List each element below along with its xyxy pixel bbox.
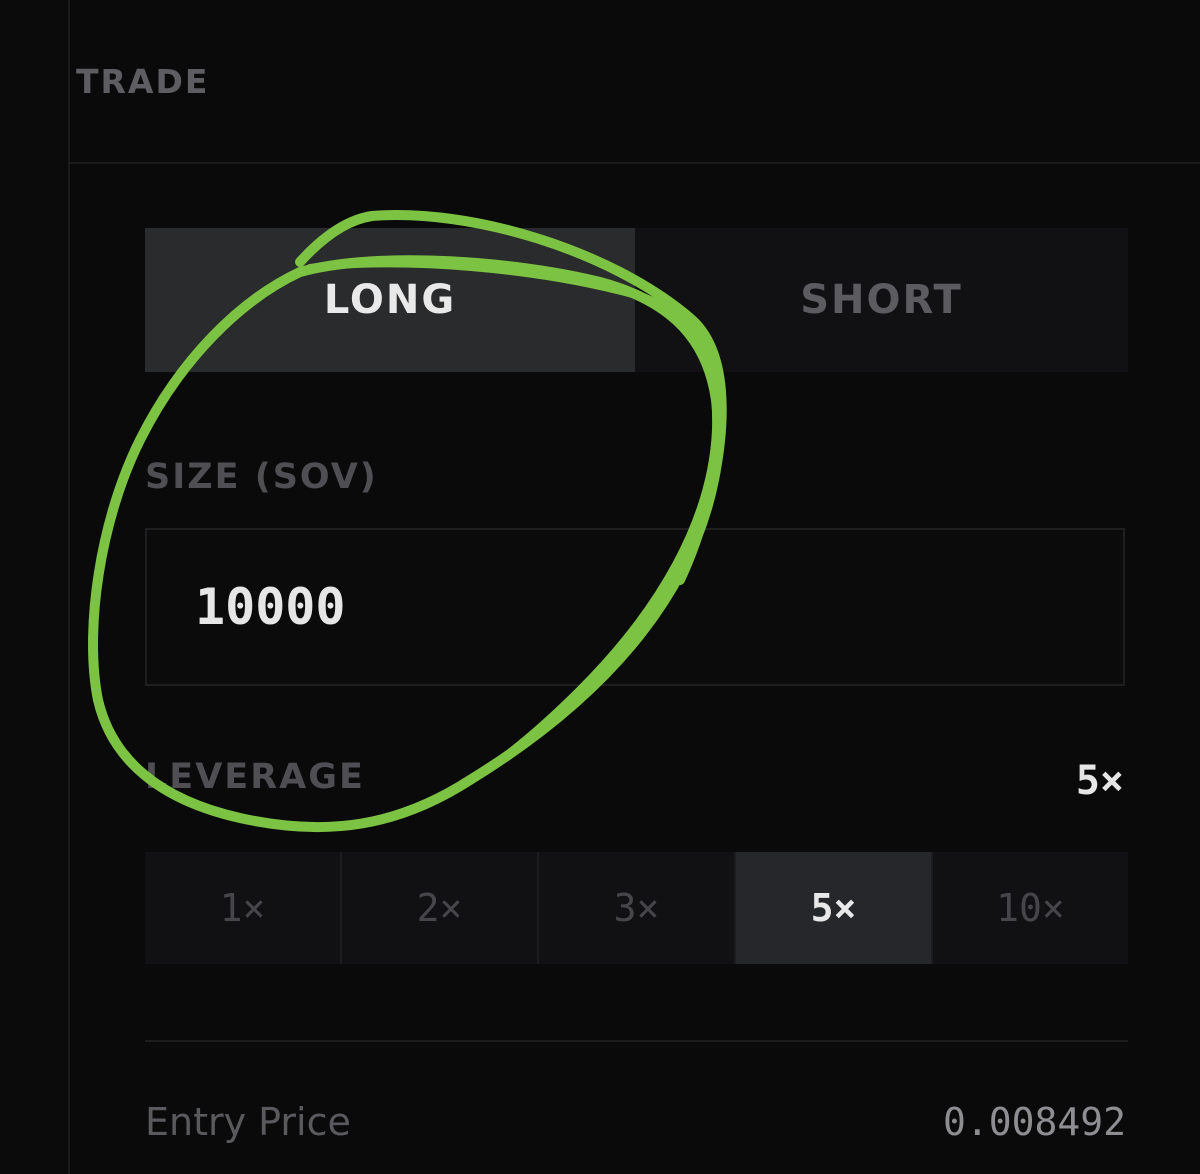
leverage-current-value: 5× [1075,758,1124,804]
leverage-option-5x[interactable]: 5× [736,852,933,964]
leverage-option-1x[interactable]: 1× [145,852,342,964]
size-input-box [145,528,1125,686]
size-input[interactable] [147,530,1123,684]
leverage-label: LEVERAGE [145,757,365,797]
panel-header [70,0,1200,164]
leverage-option-2x[interactable]: 2× [342,852,539,964]
entry-price-value: 0.008492 [942,1100,1126,1144]
leverage-option-10x[interactable]: 10× [933,852,1128,964]
size-label: SIZE (SOV) [145,457,378,497]
long-tab[interactable]: LONG [145,228,635,372]
leverage-options: 1× 2× 3× 5× 10× [145,852,1128,964]
leverage-option-3x[interactable]: 3× [539,852,736,964]
panel-title: TRADE [76,62,210,101]
entry-price-label: Entry Price [145,1100,351,1144]
trade-panel-screen: TRADE LONG SHORT SIZE (SOV) LEVERAGE 5× … [0,0,1200,1174]
left-rail [0,0,70,1174]
divider [145,1040,1128,1042]
short-tab[interactable]: SHORT [635,228,1128,372]
side-toggle: LONG SHORT [145,228,1128,372]
